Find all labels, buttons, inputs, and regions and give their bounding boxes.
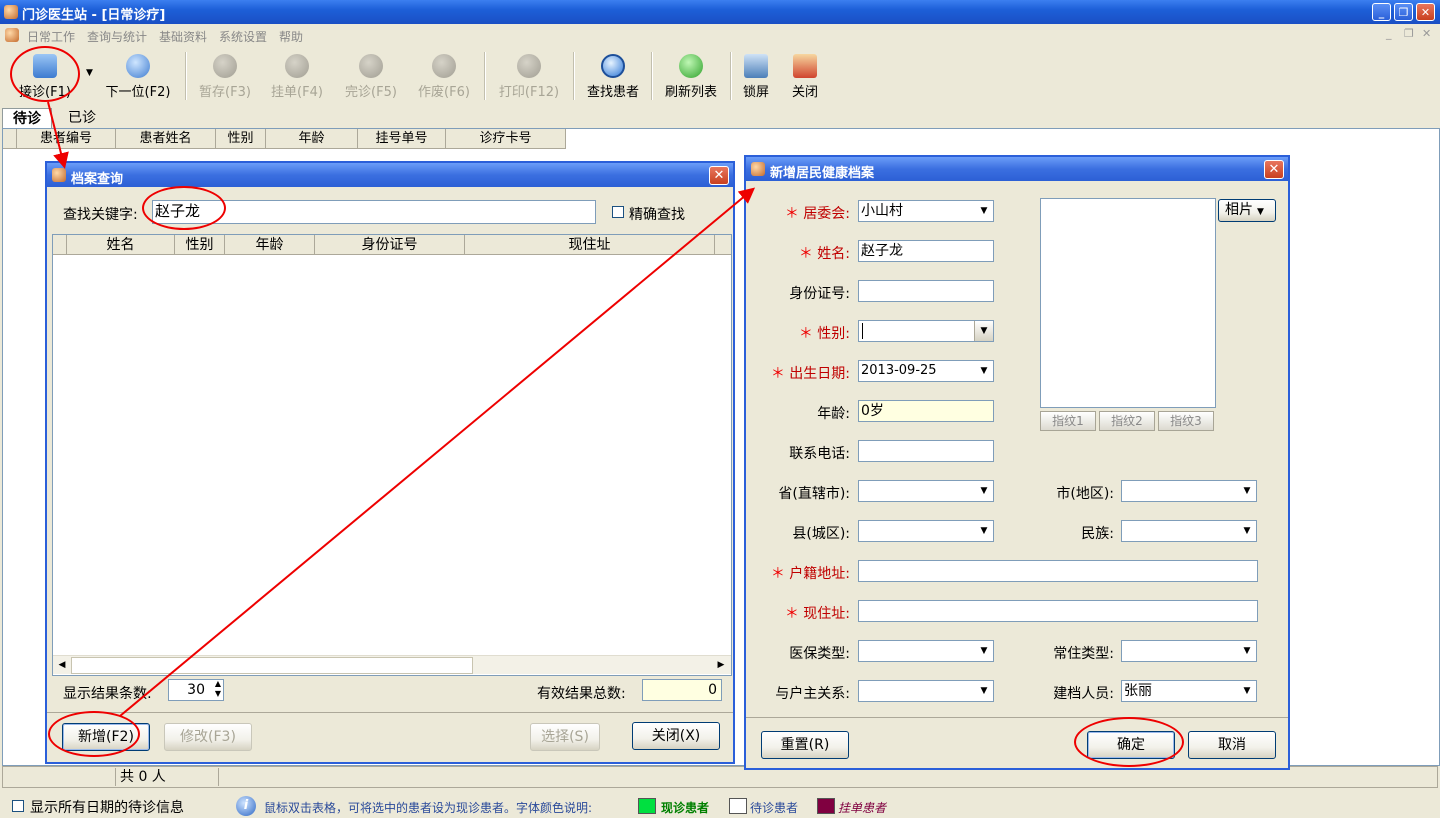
annotation-arrow <box>47 101 69 169</box>
annotation-arrow <box>119 187 756 717</box>
annotation-arrows <box>47 101 756 717</box>
